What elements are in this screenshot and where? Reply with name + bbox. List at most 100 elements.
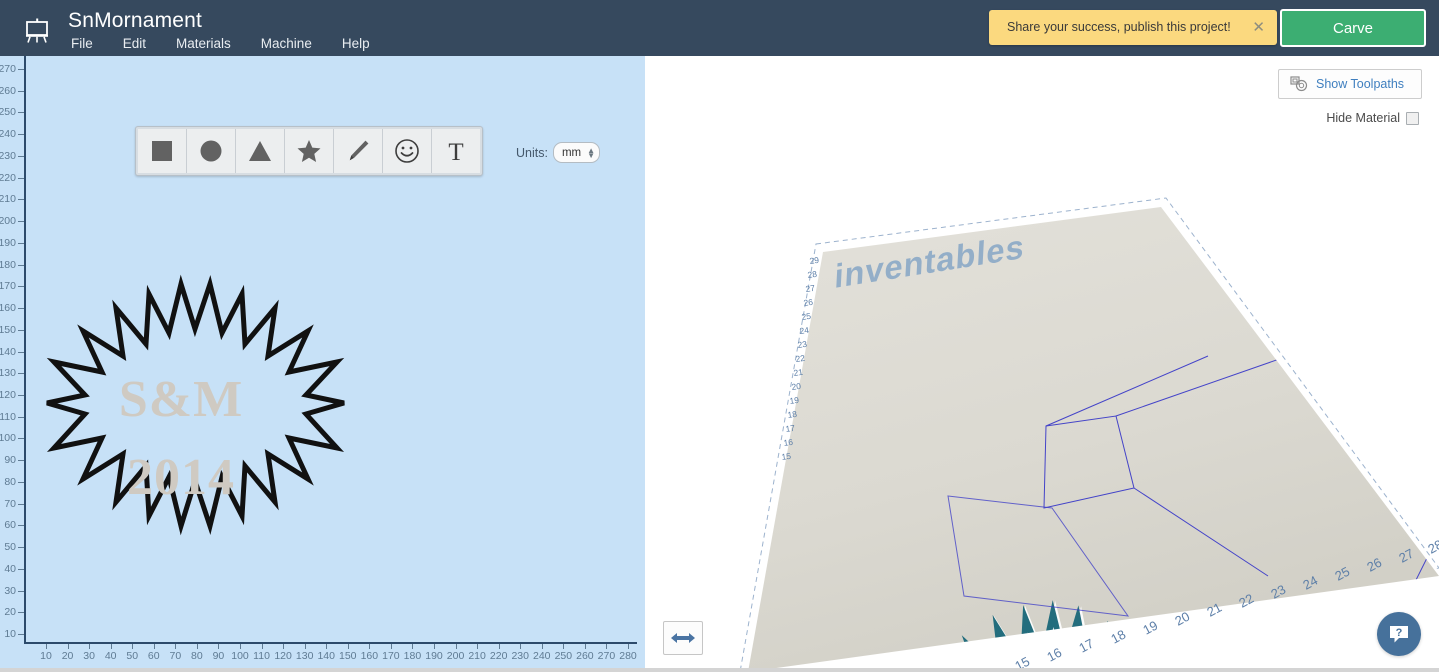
ruler-v-tick [18, 612, 24, 614]
smiley-icon [395, 139, 419, 163]
star-tool[interactable] [285, 129, 334, 173]
clipart-tool[interactable] [383, 129, 432, 173]
svg-text:25: 25 [801, 311, 812, 322]
3d-preview-pane[interactable]: inventables 29 28 27 26 25 24 23 22 21 2… [648, 56, 1439, 672]
ruler-h-tick [628, 644, 629, 649]
ruler-v-tick [18, 155, 24, 157]
ruler-h-label: 220 [489, 650, 508, 662]
ruler-v-label: 100 [0, 432, 16, 445]
svg-text:16: 16 [783, 437, 794, 448]
close-icon[interactable]: ✕ [1252, 18, 1265, 37]
ruler-h-label: 100 [231, 650, 249, 662]
ruler-v-tick [18, 199, 24, 201]
horizontal-arrows-icon [671, 633, 695, 643]
svg-text:22: 22 [795, 353, 806, 364]
units-select[interactable]: mm ▲ ▼ [552, 142, 601, 163]
ruler-h-label: 110 [253, 650, 270, 662]
ruler-v-tick [18, 329, 24, 331]
ruler-v-tick [18, 351, 24, 353]
ruler-h-tick [196, 644, 198, 649]
ruler-h-tick [563, 644, 565, 649]
ruler-h-tick [153, 644, 155, 649]
text-tool[interactable]: T [432, 129, 480, 173]
pan-toggle-button[interactable] [663, 621, 703, 655]
ruler-h-label: 160 [360, 650, 379, 662]
ruler-h-tick [347, 644, 349, 649]
3d-material-render[interactable]: inventables 29 28 27 26 25 24 23 22 21 2… [648, 56, 1439, 672]
ruler-h-label: 70 [169, 650, 182, 662]
ruler-h-tick [390, 644, 392, 649]
ruler-h-tick [89, 644, 91, 649]
star-icon [297, 140, 321, 162]
ruler-v-label: 90 [4, 454, 16, 467]
ruler-h-label: 80 [191, 650, 203, 662]
ruler-h-tick [606, 644, 608, 649]
ruler-v-label: 230 [0, 149, 16, 162]
svg-text:18: 18 [787, 409, 798, 420]
ruler-v-label: 220 [0, 171, 16, 184]
rectangle-tool[interactable] [138, 129, 187, 173]
ruler-v-tick [18, 177, 24, 179]
show-toolpaths-label: Show Toolpaths [1316, 77, 1405, 91]
text-t-icon: T [448, 139, 463, 165]
ruler-v-tick [18, 308, 24, 310]
share-success-banner: Share your success, publish this project… [989, 10, 1277, 45]
ruler-h-label: 240 [533, 650, 551, 662]
hide-material-checkbox[interactable] [1406, 111, 1419, 125]
ruler-v-label: 250 [0, 106, 16, 119]
polygon-tool[interactable] [236, 129, 285, 173]
ruler-v-tick [18, 460, 24, 462]
menu-item-help[interactable]: Help [342, 36, 388, 51]
svg-text:28: 28 [807, 269, 818, 280]
ruler-horizontal: 10 20 30 40 50 60 70 80 90 100 110 120 130 140 150 160 1… [24, 644, 645, 668]
ruler-h-tick [584, 644, 586, 649]
ruler-h-label: 120 [274, 650, 292, 662]
ruler-h-tick [132, 644, 134, 649]
ruler-h-label: 190 [425, 650, 443, 662]
ruler-h-label: 250 [554, 650, 573, 662]
hide-material-label: Hide Material [1326, 111, 1400, 125]
ruler-v-tick [18, 134, 24, 136]
ruler-v-label: 110 [0, 410, 16, 423]
pencil-icon [349, 140, 369, 161]
ruler-h-tick [412, 644, 414, 649]
main-menu-bar: File Edit Materials Machine Help [68, 36, 400, 51]
ruler-v-tick [18, 394, 24, 396]
svg-text:27: 27 [805, 283, 816, 294]
ruler-v-label: 10 [4, 628, 16, 640]
ruler-h-label: 280 [619, 650, 637, 662]
freehand-tool[interactable] [334, 129, 383, 173]
svg-text:?: ? [1396, 627, 1403, 639]
svg-text:23: 23 [797, 339, 808, 350]
menu-item-file[interactable]: File [71, 36, 111, 51]
carve-button[interactable]: Carve [1280, 9, 1426, 47]
design-canvas-pane[interactable]: S&M 2014 270 260 250 240 230 220 210 200 190 180 1… [0, 56, 645, 668]
ruler-h-label: 270 [597, 650, 616, 662]
show-toolpaths-button[interactable]: Show Toolpaths [1278, 69, 1422, 99]
ruler-h-label: 150 [339, 650, 357, 662]
ruler-h-label: 230 [511, 650, 529, 662]
svg-text:19: 19 [1140, 618, 1160, 638]
svg-text:29: 29 [809, 255, 820, 266]
ruler-v-tick [18, 634, 24, 635]
menu-item-edit[interactable]: Edit [123, 36, 164, 51]
ruler-h-label: 210 [468, 650, 486, 662]
easel-icon[interactable] [22, 16, 52, 44]
ruler-v-tick [18, 547, 24, 549]
ruler-h-label: 90 [212, 650, 225, 662]
svg-text:21: 21 [793, 367, 804, 378]
ruler-v-tick [18, 373, 24, 375]
ruler-h-tick [240, 644, 241, 649]
project-title[interactable]: SnMornament [68, 9, 202, 33]
ruler-v-label: 80 [4, 475, 16, 488]
menu-item-machine[interactable]: Machine [261, 36, 330, 51]
square-icon [152, 141, 172, 161]
ruler-v-label: 240 [0, 128, 16, 141]
ruler-v-tick [18, 69, 24, 70]
svg-text:20: 20 [791, 381, 802, 392]
ellipse-tool[interactable] [187, 129, 236, 173]
ruler-h-tick [434, 644, 435, 649]
help-button[interactable]: ? [1377, 612, 1421, 656]
menu-item-materials[interactable]: Materials [176, 36, 249, 51]
ruler-v-label: 130 [0, 367, 16, 380]
